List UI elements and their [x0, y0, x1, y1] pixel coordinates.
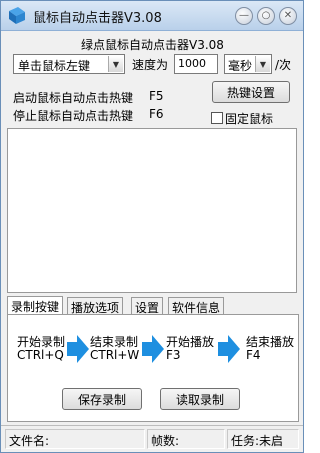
chevron-down-icon[interactable]: ▼ [108, 56, 123, 72]
status-bar: 文件名: 帧数: 任务:未启 [1, 425, 303, 452]
maximize-icon: ○ [261, 10, 271, 21]
step-key: F4 [246, 348, 261, 362]
speed-label: 速度为 [132, 58, 169, 72]
save-record-button[interactable]: 保存录制 [62, 388, 142, 410]
tab-settings[interactable]: 设置 [131, 297, 164, 315]
click-mode-select[interactable]: 单击鼠标左键 ▼ [13, 54, 125, 74]
step-start-record: 开始录制 CTRl+Q [17, 336, 65, 362]
maximize-button[interactable]: ○ [257, 7, 275, 25]
fix-mouse-checkbox[interactable] [211, 112, 223, 124]
hotkey-settings-button[interactable]: 热键设置 [212, 81, 290, 103]
window-title: 鼠标自动点击器V3.08 [33, 11, 162, 26]
title-bar[interactable]: 鼠标自动点击器V3.08 — ○ ✕ [1, 1, 303, 31]
status-frames: 帧数: [147, 429, 225, 449]
fix-mouse-label: 固定鼠标 [225, 112, 274, 126]
start-hotkey-key: F5 [149, 89, 164, 103]
load-record-button[interactable]: 读取录制 [160, 388, 240, 410]
status-filename: 文件名: [5, 429, 145, 449]
start-hotkey-label: 启动鼠标自动点击热键 [13, 91, 134, 105]
unit-select[interactable]: 毫秒 ▼ [224, 54, 272, 74]
minimize-icon: — [239, 10, 249, 21]
step-key: CTRl+W [90, 348, 140, 362]
status-task: 任务:未启 [227, 429, 299, 449]
speed-input[interactable]: 1000 [174, 54, 218, 74]
close-icon: ✕ [283, 10, 293, 21]
record-panel [7, 314, 299, 422]
chevron-down-icon[interactable]: ▼ [255, 56, 270, 72]
app-window: 鼠标自动点击器V3.08 — ○ ✕ 绿点鼠标自动点击器V3.08 单击鼠标左键… [0, 0, 304, 453]
minimize-button[interactable]: — [235, 7, 253, 25]
tab-software-info[interactable]: 软件信息 [168, 297, 225, 315]
stop-hotkey-label: 停止鼠标自动点击热键 [13, 109, 134, 123]
stop-hotkey-key: F6 [149, 107, 164, 121]
app-icon [9, 7, 25, 24]
step-key: CTRl+Q [17, 348, 64, 362]
step-end-play: 结束播放 F4 [246, 336, 294, 362]
close-button[interactable]: ✕ [279, 7, 297, 25]
arrow-right-icon [67, 335, 89, 363]
arrow-right-icon [142, 335, 164, 363]
log-area[interactable] [7, 128, 297, 293]
tab-record[interactable]: 录制按键 [7, 296, 64, 315]
step-key: F3 [166, 348, 181, 362]
click-mode-value: 单击鼠标左键 [18, 59, 91, 73]
per-label: /次 [275, 58, 292, 72]
app-heading: 绿点鼠标自动点击器V3.08 [81, 38, 224, 52]
step-start-play: 开始播放 F3 [166, 336, 214, 362]
tab-playback-options[interactable]: 播放选项 [67, 297, 124, 315]
step-end-record: 结束录制 CTRl+W [90, 336, 139, 362]
arrow-right-icon [218, 335, 240, 363]
unit-value: 毫秒 [228, 59, 253, 73]
